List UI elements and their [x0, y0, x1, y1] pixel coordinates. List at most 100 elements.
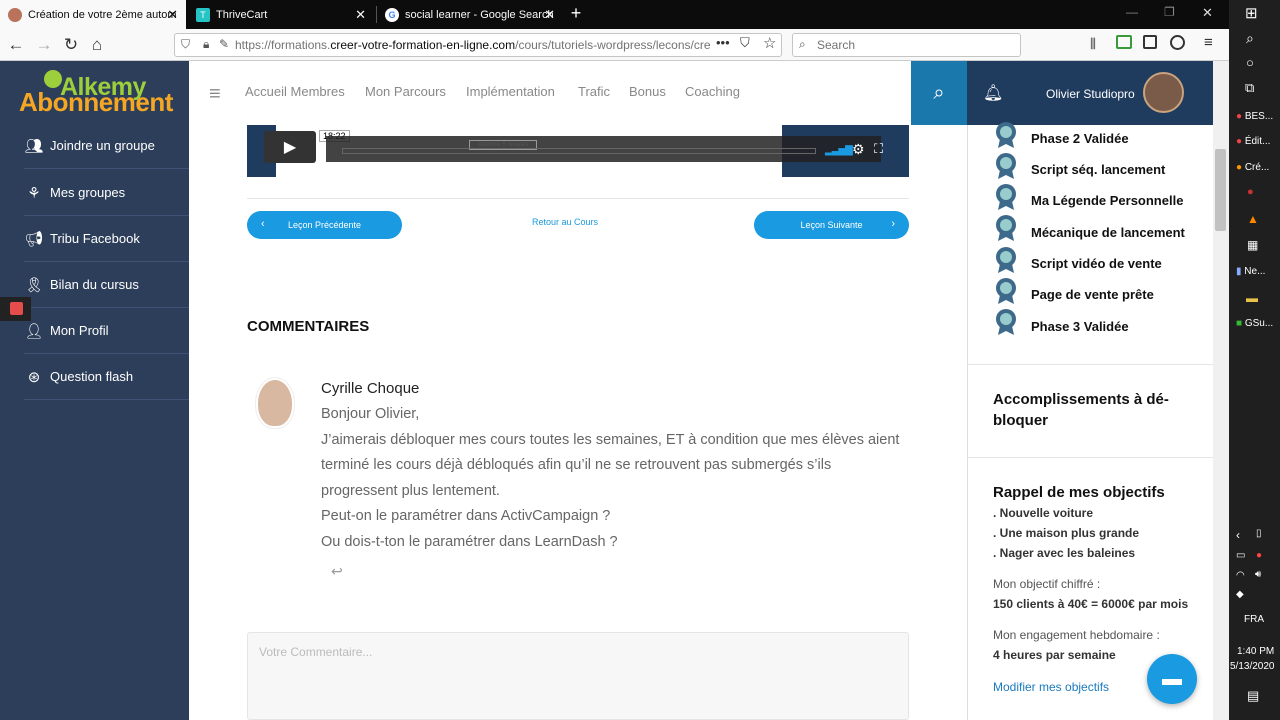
comment-line: progressent plus lentement.	[321, 483, 500, 499]
edit-goals-link[interactable]: Modifier mes objectifs	[993, 680, 1109, 694]
sidebar-item-bilan[interactable]: 🎗︎ Bilan du cursus	[24, 262, 189, 308]
usb-icon[interactable]: ▯	[1256, 528, 1262, 539]
taskbar-app[interactable]: ▮ Ne...	[1236, 266, 1265, 277]
home-icon[interactable]: ⌂	[83, 29, 111, 61]
comment-textarea[interactable]: Votre Commentaire...	[247, 632, 909, 720]
account-icon[interactable]	[1170, 35, 1185, 50]
scrollbar-thumb[interactable]	[1215, 149, 1226, 231]
extension-green-icon[interactable]	[1116, 35, 1132, 49]
gsuite-icon: ■	[1236, 318, 1243, 329]
pocket-icon[interactable]: ⛉	[740, 35, 750, 51]
taskbar-app[interactable]: ■ GSu...	[1236, 318, 1273, 329]
clock-time[interactable]: 1:40 PM	[1237, 646, 1274, 657]
vlc-icon[interactable]: ▲	[1247, 212, 1259, 226]
comment-line: Ou dois-t-ton le paramétrer dans LearnDa…	[321, 534, 618, 550]
recording-widget[interactable]	[0, 297, 31, 321]
tab-google[interactable]: G social learner - Google Search ✕	[377, 0, 563, 29]
sidebar-item-question[interactable]: ⊛ Question flash	[24, 354, 189, 400]
volume-icon[interactable]: 🔊︎	[1255, 569, 1261, 580]
sidebar-item-groupes[interactable]: ⚘ Mes groupes	[24, 170, 189, 216]
app-red-icon[interactable]: ●	[1247, 186, 1254, 198]
shield-icon: ⛉	[181, 37, 191, 51]
search-input[interactable]: ⌕ Search	[792, 33, 1021, 57]
taskbar-app[interactable]: ● BES...	[1236, 111, 1273, 122]
fullscreen-icon[interactable]: ⛶	[874, 141, 883, 157]
action-center-icon[interactable]: ▤	[1247, 688, 1259, 704]
url-prefix: https://formations.	[235, 38, 331, 52]
site-search-button[interactable]: ⌕	[911, 61, 967, 125]
nav-accueil[interactable]: Accueil Membres	[245, 84, 345, 99]
chrome-icon: ●	[1236, 136, 1243, 147]
nav-parcours[interactable]: Mon Parcours	[365, 84, 446, 99]
taskbar-app-label: BES...	[1244, 111, 1274, 122]
search-placeholder: Search	[817, 38, 856, 52]
prev-lesson-button[interactable]: ‹ Leçon Précédente	[247, 211, 402, 239]
sidebar-item-joindre[interactable]: 👥︎ Joindre un groupe	[24, 123, 189, 169]
nav-coaching[interactable]: Coaching	[685, 84, 740, 99]
library-icon[interactable]: ⫼	[1090, 36, 1096, 52]
settings-gear-icon[interactable]: ⚙	[852, 141, 865, 158]
clock-date[interactable]: 5/13/2020	[1230, 661, 1275, 672]
calculator-icon[interactable]: ▦	[1247, 238, 1258, 252]
ribbon-icon: 🎗︎	[24, 276, 44, 294]
goal-item: . Nager avec les baleines	[993, 546, 1136, 560]
close-tab-icon[interactable]: ✕	[544, 7, 555, 23]
language-indicator[interactable]: FRA	[1244, 614, 1264, 625]
taskbar-app[interactable]: ● Cré...	[1236, 162, 1269, 173]
close-window-icon[interactable]: ✕	[1202, 5, 1213, 21]
volume-icon[interactable]: ▂▃▅▇	[825, 145, 853, 156]
user-name[interactable]: Olivier Studiopro	[1046, 87, 1135, 101]
user-bar: 🔔︎ Olivier Studiopro	[967, 61, 1213, 125]
seek-bar[interactable]	[342, 148, 816, 154]
hamburger-icon[interactable]: ≡	[209, 83, 221, 106]
dropbox-icon[interactable]: ◆	[1236, 589, 1244, 600]
menu-icon[interactable]: ≡	[1204, 34, 1213, 51]
comment-author[interactable]: Cyrille Choque	[321, 380, 419, 397]
tab-title: social learner - Google Search	[405, 8, 554, 21]
tab-thrivecart[interactable]: T ThriveCart ✕	[188, 0, 374, 29]
url-bar[interactable]: ⛉ 🔒︎ ✎ https://formations. creer-votre-fo…	[174, 33, 782, 57]
taskbar-app[interactable]: ● Édit...	[1236, 136, 1270, 147]
battery-icon[interactable]: ▭	[1236, 550, 1245, 561]
logo-line2[interactable]: Abonnement	[19, 87, 173, 118]
bell-icon[interactable]: 🔔︎	[983, 83, 1003, 103]
minimize-icon[interactable]: —	[1126, 5, 1138, 19]
play-button[interactable]: ▶	[264, 131, 316, 163]
back-to-course-link[interactable]: Retour au Cours	[532, 217, 598, 227]
task-view-icon[interactable]: ⧉	[1245, 80, 1254, 96]
chat-button[interactable]: ▬	[1147, 654, 1197, 704]
page-actions-icon[interactable]: •••	[716, 35, 730, 50]
search-icon[interactable]: ⌕	[1246, 30, 1254, 47]
avatar[interactable]	[1143, 72, 1184, 113]
unlock-heading: Accomplissements à dé-	[993, 391, 1169, 408]
stop-record-icon[interactable]	[10, 302, 23, 315]
video-player[interactable]: ▶ 18:22 Attendre 5 minutes ▂▃▅▇ ⚙ ⛶	[247, 125, 909, 177]
next-lesson-button[interactable]: Leçon Suivante ›	[754, 211, 909, 239]
network-warning-icon[interactable]: ●	[1256, 550, 1262, 561]
comment-line: Peut-on le paramétrer dans ActivCampaign…	[321, 508, 611, 524]
cortana-icon[interactable]: ○	[1246, 55, 1254, 70]
reload-icon[interactable]: ↻	[57, 29, 85, 61]
sidebar-item-facebook[interactable]: 📢︎ Tribu Facebook	[24, 216, 189, 262]
close-tab-icon[interactable]: ✕	[355, 7, 366, 23]
file-explorer-icon[interactable]: ▬	[1246, 291, 1258, 305]
windows-start-icon[interactable]: ⊞	[1245, 4, 1258, 22]
tab-active[interactable]: Création de votre 2ème autom ✕	[0, 0, 186, 29]
forward-icon[interactable]: →	[30, 29, 58, 61]
page-scrollbar[interactable]	[1213, 61, 1229, 720]
nav-trafic[interactable]: Trafic	[578, 84, 610, 99]
wifi-icon[interactable]: ◠	[1236, 570, 1245, 581]
avatar-favicon-icon	[8, 7, 22, 22]
sidebar-toggle-icon[interactable]	[1143, 35, 1157, 49]
back-icon[interactable]: ←	[2, 29, 30, 61]
reply-icon[interactable]: ↩	[331, 563, 343, 580]
sidebar-item-profil[interactable]: 👤︎ Mon Profil	[24, 308, 189, 354]
bookmark-star-icon[interactable]: ☆	[763, 34, 776, 52]
new-tab-icon[interactable]: +	[566, 3, 586, 25]
close-tab-icon[interactable]: ✕	[167, 7, 178, 23]
nav-implementation[interactable]: Implémentation	[466, 84, 555, 99]
nav-bonus[interactable]: Bonus	[629, 84, 666, 99]
restore-icon[interactable]: ❐	[1164, 5, 1175, 19]
goal-item: . Une maison plus grande	[993, 526, 1140, 540]
chevron-left-icon[interactable]: ‹	[1236, 528, 1240, 542]
